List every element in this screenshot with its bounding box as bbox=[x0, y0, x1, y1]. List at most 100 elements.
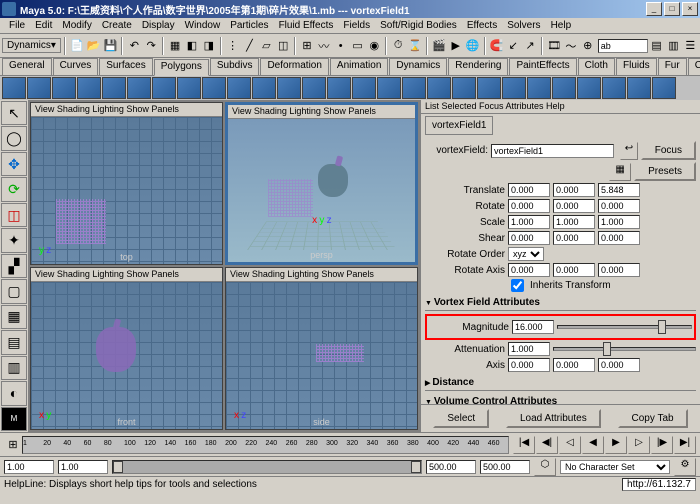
section-volume[interactable]: Volume Control Attributes bbox=[425, 394, 696, 404]
tab-curves[interactable]: Curves bbox=[53, 58, 99, 75]
shelf-poly-cylinder-icon[interactable] bbox=[52, 77, 76, 99]
menu-fluideffects[interactable]: Fluid Effects bbox=[274, 20, 339, 31]
copy-tab-button[interactable]: Copy Tab bbox=[618, 409, 688, 428]
magnitude-slider[interactable] bbox=[557, 325, 692, 329]
play-button[interactable]: ▶ bbox=[605, 436, 627, 454]
mask-vertex-icon[interactable]: ⋮ bbox=[225, 37, 241, 55]
four-view-icon[interactable]: ▦ bbox=[1, 305, 27, 329]
shelf-bool-icon[interactable] bbox=[527, 77, 551, 99]
vp-side-menu[interactable]: View Shading Lighting Show Panels bbox=[226, 268, 417, 282]
rotate-x[interactable] bbox=[508, 199, 550, 213]
anim-start-input[interactable] bbox=[4, 460, 54, 474]
mask-edge-icon[interactable]: ╱ bbox=[242, 37, 258, 55]
snap-live-icon[interactable]: ◉ bbox=[366, 37, 382, 55]
viewport-persp[interactable]: View Shading Lighting Show Panels x y z … bbox=[225, 102, 418, 265]
shelf-poly-plane-icon[interactable] bbox=[102, 77, 126, 99]
prev-key-button[interactable]: ◁ bbox=[559, 436, 581, 454]
inherits-transform-checkbox[interactable] bbox=[511, 279, 524, 292]
command-input[interactable] bbox=[598, 39, 648, 53]
mask-face-icon[interactable]: ▱ bbox=[258, 37, 274, 55]
lasso-tool[interactable]: ◯ bbox=[1, 126, 27, 150]
scale-z[interactable] bbox=[598, 215, 640, 229]
snap-grid-icon[interactable]: ⊞ bbox=[299, 37, 315, 55]
vp-persp-menu[interactable]: View Shading Lighting Show Panels bbox=[228, 105, 415, 119]
menu-modify[interactable]: Modify bbox=[57, 20, 96, 31]
maximize-button[interactable]: □ bbox=[664, 2, 680, 16]
mask-uv-icon[interactable]: ◫ bbox=[275, 37, 291, 55]
viewport-top[interactable]: View Shading Lighting Show Panels y z to… bbox=[30, 102, 223, 265]
outputs-icon[interactable]: ↗ bbox=[522, 37, 538, 55]
rotaxis-y[interactable] bbox=[553, 263, 595, 277]
shelf-combine-icon[interactable] bbox=[152, 77, 176, 99]
shelf-reduce-icon[interactable] bbox=[552, 77, 576, 99]
ipr-icon[interactable]: ▶ bbox=[448, 37, 464, 55]
tab-fluids[interactable]: Fluids bbox=[616, 58, 657, 75]
hypershade-icon[interactable]: ◐ bbox=[1, 381, 27, 405]
translate-y[interactable] bbox=[553, 183, 595, 197]
range-track[interactable] bbox=[112, 460, 422, 474]
menu-effects[interactable]: Effects bbox=[462, 20, 502, 31]
shelf-quad-icon[interactable] bbox=[402, 77, 426, 99]
presets-icon[interactable]: ▦ bbox=[609, 163, 631, 181]
rotaxis-x[interactable] bbox=[508, 263, 550, 277]
shear-x[interactable] bbox=[508, 231, 550, 245]
rotate-tool[interactable]: ⟳ bbox=[1, 177, 27, 201]
sidebar-toggle-icon[interactable]: ▤ bbox=[649, 37, 665, 55]
select-button[interactable]: Select bbox=[433, 409, 489, 428]
menu-edit[interactable]: Edit bbox=[30, 20, 57, 31]
axis-x[interactable] bbox=[508, 358, 550, 372]
scale-tool[interactable]: ◫ bbox=[1, 203, 27, 227]
script-icon[interactable]: M bbox=[1, 407, 27, 431]
shelf-bevel-icon[interactable] bbox=[227, 77, 251, 99]
shelf-separate-icon[interactable] bbox=[177, 77, 201, 99]
vp-front-menu[interactable]: View Shading Lighting Show Panels bbox=[31, 268, 222, 282]
shelf-poly-torus-icon[interactable] bbox=[127, 77, 151, 99]
translate-z[interactable] bbox=[598, 183, 640, 197]
snap-point-icon[interactable]: • bbox=[333, 37, 349, 55]
attr-editor-toggle-icon[interactable]: ▥ bbox=[666, 37, 682, 55]
tab-deformation[interactable]: Deformation bbox=[260, 58, 328, 75]
range-end-input[interactable] bbox=[426, 460, 476, 474]
attr-tab-vortexfield[interactable]: vortexField1 bbox=[425, 116, 493, 135]
motion-icon[interactable]: 〜 bbox=[563, 37, 579, 55]
anim-end-input[interactable] bbox=[480, 460, 530, 474]
step-fwd-button[interactable]: |▶ bbox=[651, 436, 673, 454]
new-scene-icon[interactable]: 📄 bbox=[69, 37, 85, 55]
tab-rendering[interactable]: Rendering bbox=[448, 58, 508, 75]
viewport-front[interactable]: View Shading Lighting Show Panels x y fr… bbox=[30, 267, 223, 430]
last-tool[interactable]: ▞ bbox=[1, 254, 27, 278]
shelf-soften-icon[interactable] bbox=[452, 77, 476, 99]
shelf-normals-icon[interactable] bbox=[427, 77, 451, 99]
joint-icon[interactable]: ⊕ bbox=[580, 37, 596, 55]
snap-curve-icon[interactable]: 〰 bbox=[316, 37, 332, 55]
load-attributes-button[interactable]: Load Attributes bbox=[506, 409, 601, 428]
axis-z[interactable] bbox=[598, 358, 640, 372]
menu-display[interactable]: Display bbox=[137, 20, 180, 31]
anim-layer-icon[interactable]: ⊞ bbox=[4, 436, 22, 454]
history-on-icon[interactable]: ⏱ bbox=[390, 37, 406, 55]
tab-custom[interactable]: Custom bbox=[688, 58, 700, 75]
persp-graph-icon[interactable]: ▥ bbox=[1, 356, 27, 380]
manip-tool[interactable]: ✦ bbox=[1, 228, 27, 252]
time-ruler[interactable]: 1204060801001201401601802002202402602803… bbox=[22, 436, 509, 454]
scale-x[interactable] bbox=[508, 215, 550, 229]
inputs-icon[interactable]: ↙ bbox=[505, 37, 521, 55]
magnitude-input[interactable] bbox=[512, 320, 554, 334]
select-component-icon[interactable]: ◨ bbox=[201, 37, 217, 55]
goto-input-icon[interactable]: ↩ bbox=[620, 142, 638, 160]
shear-y[interactable] bbox=[553, 231, 595, 245]
shelf-poly-cube-icon[interactable] bbox=[27, 77, 51, 99]
menu-solvers[interactable]: Solvers bbox=[502, 20, 545, 31]
render-icon[interactable]: 🎬 bbox=[431, 37, 447, 55]
shelf-uv-icon[interactable] bbox=[627, 77, 651, 99]
focus-button[interactable]: Focus bbox=[641, 141, 696, 160]
menu-fields[interactable]: Fields bbox=[338, 20, 375, 31]
tab-cloth[interactable]: Cloth bbox=[578, 58, 615, 75]
tab-dynamics[interactable]: Dynamics bbox=[389, 58, 447, 75]
shelf-poly-cone-icon[interactable] bbox=[77, 77, 101, 99]
channel-toggle-icon[interactable]: ☰ bbox=[682, 37, 698, 55]
menu-softrigid[interactable]: Soft/Rigid Bodies bbox=[375, 20, 462, 31]
tab-general[interactable]: General bbox=[2, 58, 52, 75]
mode-selector[interactable]: Dynamics ▾ bbox=[2, 38, 61, 53]
open-scene-icon[interactable]: 📂 bbox=[86, 37, 102, 55]
